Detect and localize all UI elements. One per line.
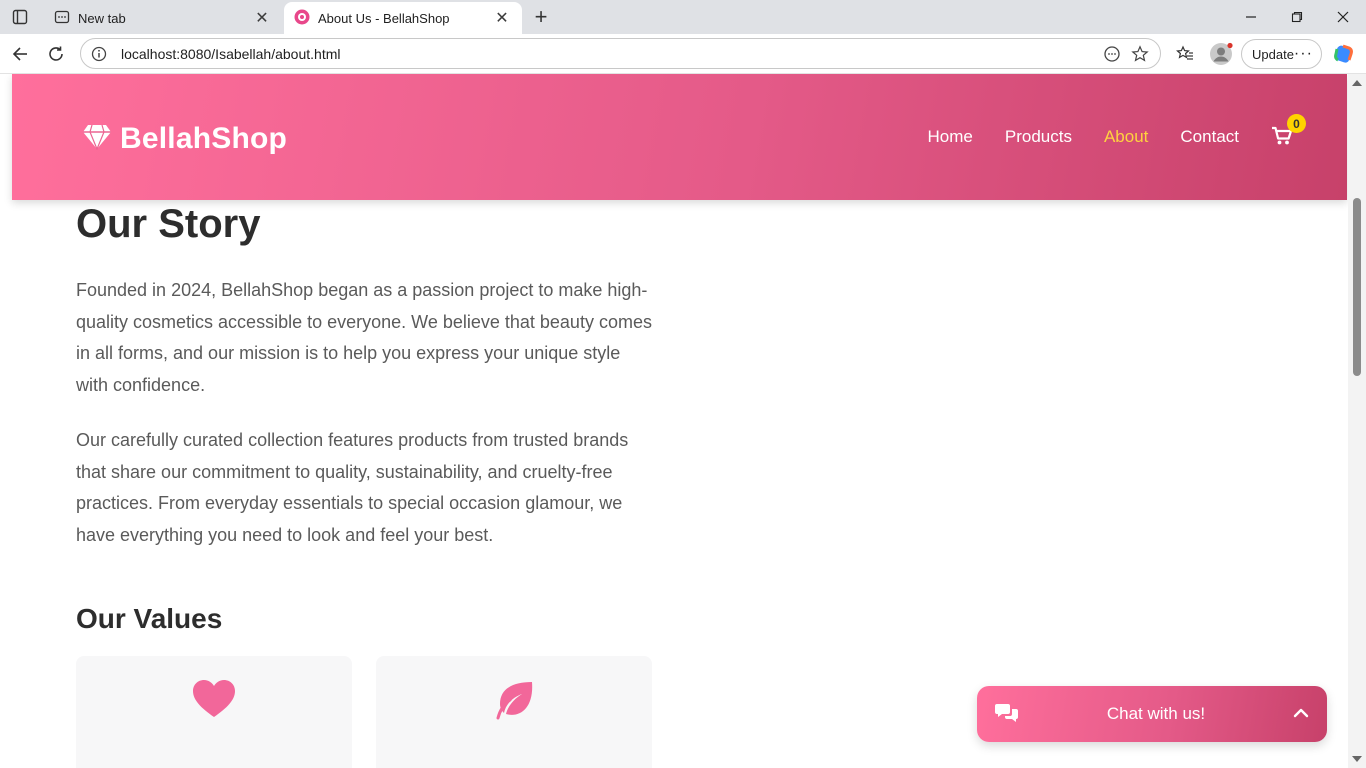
nav-home[interactable]: Home	[928, 127, 973, 147]
diamond-icon	[82, 124, 112, 155]
value-card	[376, 656, 652, 768]
page-title: Our Story	[76, 202, 261, 246]
brand-logo[interactable]: BellahShop	[82, 122, 287, 156]
copilot-icon[interactable]	[1330, 40, 1358, 68]
values-heading: Our Values	[76, 603, 223, 634]
tab-actions-icon[interactable]	[0, 0, 40, 34]
nav-about[interactable]: About	[1104, 127, 1148, 147]
close-window-icon[interactable]	[1320, 0, 1366, 34]
nav-contact[interactable]: Contact	[1180, 127, 1239, 147]
scroll-up-icon[interactable]	[1352, 80, 1362, 86]
tab-new-tab[interactable]: New tab ✕	[44, 2, 282, 34]
story-paragraph-1: Founded in 2024, BellahShop began as a p…	[76, 280, 652, 395]
cart-button[interactable]: 0	[1271, 114, 1306, 150]
update-label: Update	[1252, 46, 1294, 62]
brand-name: BellahShop	[120, 122, 288, 155]
update-button[interactable]: Update ···	[1241, 39, 1322, 69]
scrollbar-thumb[interactable]	[1353, 198, 1361, 376]
values-cards	[76, 656, 676, 768]
chat-bubbles-icon	[995, 702, 1019, 727]
cart-count-badge: 0	[1287, 114, 1306, 133]
close-icon[interactable]: ✕	[252, 8, 272, 28]
chevron-up-icon[interactable]	[1293, 705, 1309, 723]
browser-toolbar: localhost:8080/Isabellah/about.html Upda…	[0, 34, 1366, 74]
more-options-icon[interactable]: ···	[1294, 45, 1313, 63]
tab-about-us[interactable]: About Us - BellahShop ✕	[284, 2, 522, 34]
scroll-down-icon[interactable]	[1352, 756, 1362, 762]
minimize-icon[interactable]	[1228, 0, 1274, 34]
reload-icon[interactable]	[42, 40, 70, 68]
page-scrollbar[interactable]	[1348, 74, 1366, 768]
chat-label: Chat with us!	[1106, 704, 1206, 723]
site-info-icon[interactable]	[85, 40, 113, 68]
browser-tabbar: New tab ✕ About Us - BellahShop ✕ +	[0, 0, 1366, 34]
profile-avatar-icon[interactable]	[1207, 40, 1235, 68]
favorite-star-icon[interactable]	[1126, 40, 1154, 68]
nav-products[interactable]: Products	[1005, 127, 1072, 147]
new-tab-icon	[54, 9, 70, 28]
address-bar[interactable]: localhost:8080/Isabellah/about.html	[80, 38, 1161, 69]
site-header: BellahShop Home Products About Contact 0	[12, 74, 1347, 200]
chat-widget[interactable]: Chat with us!	[977, 686, 1327, 742]
favorites-icon[interactable]	[1171, 40, 1199, 68]
heart-icon	[193, 680, 235, 768]
tab-title: New tab	[78, 10, 126, 26]
url-text: localhost:8080/Isabellah/about.html	[121, 45, 341, 62]
new-tab-button[interactable]: +	[528, 4, 554, 30]
site-favicon-icon	[294, 9, 310, 28]
page-viewport: BellahShop Home Products About Contact 0…	[0, 74, 1366, 768]
close-icon[interactable]: ✕	[492, 8, 512, 28]
leaf-icon	[492, 680, 536, 768]
restore-icon[interactable]	[1274, 0, 1320, 34]
value-card	[76, 656, 352, 768]
cart-icon	[1271, 126, 1293, 150]
main-nav: Home Products About Contact 0	[896, 114, 1306, 150]
back-arrow-icon[interactable]	[6, 40, 34, 68]
reading-view-icon[interactable]	[1098, 40, 1126, 68]
about-content: Our Story Founded in 2024, BellahShop be…	[76, 202, 656, 635]
story-paragraph-2: Our carefully curated collection feature…	[76, 430, 629, 545]
tab-title: About Us - BellahShop	[318, 10, 450, 26]
